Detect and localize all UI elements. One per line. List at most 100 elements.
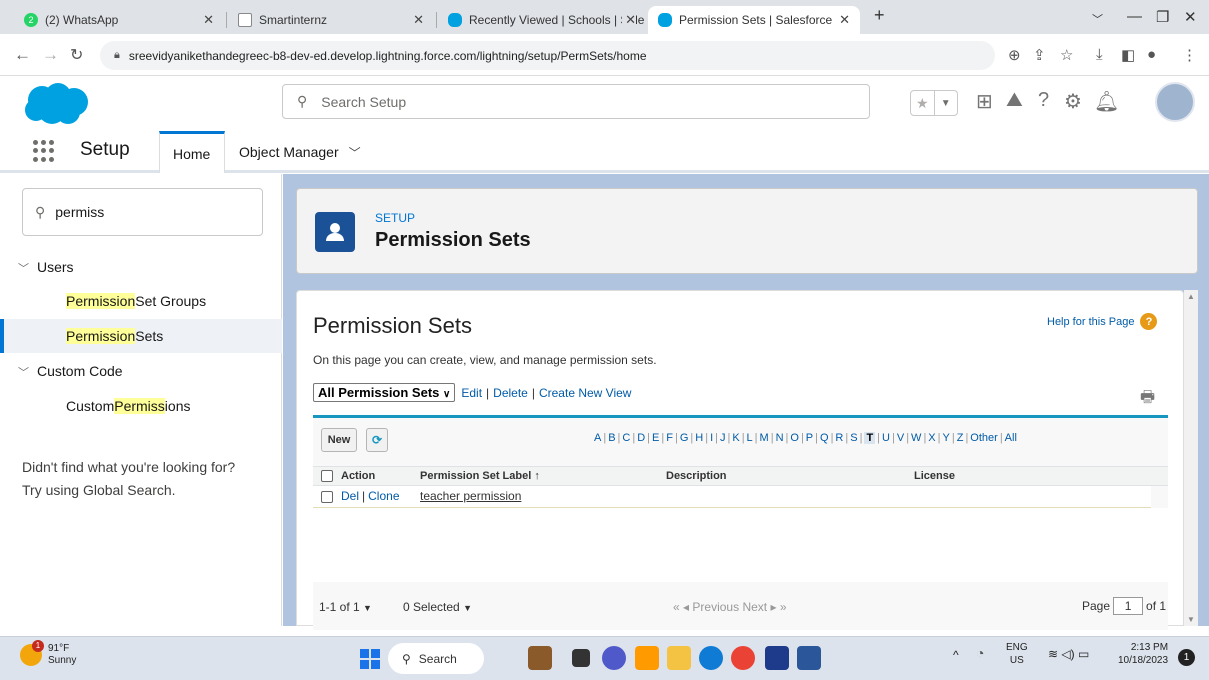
alpha-filter-p[interactable]: P: [806, 432, 813, 444]
help-icon[interactable]: ?: [1038, 89, 1049, 112]
next-link[interactable]: Next: [742, 600, 767, 614]
sidepanel-icon[interactable]: ◧: [1121, 46, 1135, 64]
alpha-filter-all[interactable]: All: [1005, 432, 1017, 444]
clock[interactable]: 2:13 PM 10/18/2023: [1118, 641, 1168, 667]
chevron-down-icon[interactable]: ﹀: [349, 144, 361, 161]
prev-page-icon[interactable]: ◂: [683, 600, 689, 614]
language-indicator[interactable]: ENG US: [1006, 641, 1028, 667]
edit-view-link[interactable]: Edit: [461, 386, 482, 400]
close-icon[interactable]: ✕: [413, 12, 424, 28]
create-new-view-link[interactable]: Create New View: [539, 386, 631, 400]
reload-icon[interactable]: ↻: [70, 45, 83, 65]
delete-view-link[interactable]: Delete: [493, 386, 528, 400]
new-button[interactable]: New: [321, 428, 357, 452]
tree-group-custom-code[interactable]: ﹀ Custom Code: [18, 363, 123, 380]
alpha-filter-r[interactable]: R: [835, 432, 843, 444]
tree-group-users[interactable]: ﹀ Users: [18, 259, 74, 276]
wifi-sound-battery-icon[interactable]: ≋ ◁) ▭: [1048, 648, 1089, 661]
permission-set-link[interactable]: teacher permission: [420, 489, 521, 503]
menu-icon[interactable]: ⋮: [1182, 46, 1197, 64]
download-icon[interactable]: ⤓: [1096, 46, 1103, 63]
page-number-input[interactable]: 1: [1113, 597, 1144, 615]
alpha-filter-other[interactable]: Other: [970, 432, 998, 444]
column-header-label[interactable]: Permission Set Label ↑: [420, 470, 540, 482]
word-icon[interactable]: [797, 646, 821, 670]
alpha-filter-u[interactable]: U: [882, 432, 890, 444]
alpha-filter-h[interactable]: H: [695, 432, 703, 444]
scroll-down-icon[interactable]: ▼: [1184, 615, 1198, 624]
alpha-filter-a[interactable]: A: [594, 432, 601, 444]
task-view-icon[interactable]: [572, 649, 590, 667]
alpha-filter-c[interactable]: C: [622, 432, 630, 444]
chevron-down-icon[interactable]: ▼: [933, 91, 958, 115]
first-page-icon[interactable]: «: [673, 600, 680, 614]
alpha-filter-g[interactable]: G: [680, 432, 689, 444]
star-icon[interactable]: ★: [911, 91, 934, 115]
restore-icon[interactable]: ❐: [1156, 8, 1169, 26]
alpha-filter-y[interactable]: Y: [943, 432, 950, 444]
alpha-filter-l[interactable]: L: [747, 432, 753, 444]
share-icon[interactable]: ⇪: [1033, 46, 1046, 64]
weather-widget[interactable]: 1 91°F Sunny: [20, 640, 76, 667]
alpha-filter-n[interactable]: N: [776, 432, 784, 444]
bookmark-star-icon[interactable]: ☆: [1060, 46, 1073, 64]
previous-link[interactable]: Previous: [692, 600, 739, 614]
alpha-filter-z[interactable]: Z: [957, 432, 964, 444]
alpha-filter-k[interactable]: K: [732, 432, 739, 444]
alpha-filter-q[interactable]: Q: [820, 432, 829, 444]
browser-tab-smartinternz[interactable]: Smartinternz ✕: [228, 6, 434, 34]
start-button[interactable]: [360, 649, 380, 669]
tab-search-chevron-icon[interactable]: ﹀: [1092, 11, 1103, 27]
tab-object-manager[interactable]: Object Manager ﹀: [226, 131, 374, 173]
printer-icon[interactable]: 🖶: [1140, 386, 1155, 413]
alpha-filter-e[interactable]: E: [652, 432, 659, 444]
chevron-down-icon[interactable]: ﹀: [18, 263, 29, 275]
view-select[interactable]: All Permission Sets ∨: [313, 383, 456, 402]
alpha-filter-v[interactable]: V: [897, 432, 904, 444]
tree-item-custom-permissions[interactable]: Custom Permiss ions: [0, 389, 282, 423]
file-explorer-icon[interactable]: [667, 646, 691, 670]
close-icon[interactable]: ✕: [622, 12, 636, 28]
browser-tab-whatsapp[interactable]: 2 (2) WhatsApp ✕: [14, 6, 224, 34]
column-header-action[interactable]: Action: [341, 470, 375, 482]
store-icon[interactable]: [765, 646, 789, 670]
cow-app-icon[interactable]: [528, 646, 552, 670]
clone-link[interactable]: Clone: [368, 489, 399, 503]
close-window-icon[interactable]: ✕: [1184, 8, 1197, 26]
tab-home[interactable]: Home: [159, 131, 225, 173]
forward-icon[interactable]: →: [42, 45, 59, 65]
alpha-filter-o[interactable]: O: [790, 432, 799, 444]
chat-icon[interactable]: [602, 646, 626, 670]
app-launcher-icon[interactable]: [33, 140, 55, 162]
refresh-icon[interactable]: ⟳: [366, 428, 388, 452]
alpha-filter-d[interactable]: D: [637, 432, 645, 444]
column-header-description[interactable]: Description: [666, 470, 727, 482]
alpha-filter-i[interactable]: I: [710, 432, 713, 444]
column-header-license[interactable]: License: [914, 470, 955, 482]
browser-tab-schools[interactable]: Recently Viewed | Schools | Sale ✕: [438, 6, 646, 34]
alpha-filter-b[interactable]: B: [608, 432, 615, 444]
alpha-filter-w[interactable]: W: [911, 432, 921, 444]
address-bar[interactable]: 🔒︎ sreevidyanikethandegreec-b8-dev-ed.de…: [100, 41, 995, 70]
del-link[interactable]: Del: [341, 489, 359, 503]
alpha-filter-t[interactable]: T: [864, 432, 876, 444]
tree-item-permission-set-groups[interactable]: Permission Set Groups: [0, 284, 282, 318]
alpha-filter-f[interactable]: F: [666, 432, 673, 444]
search-setup-input[interactable]: ⚲ Search Setup: [282, 84, 870, 119]
close-icon[interactable]: ✕: [203, 12, 214, 28]
help-for-this-page-link[interactable]: Help for this Page ?: [1047, 313, 1158, 330]
alpha-filter-j[interactable]: J: [720, 432, 726, 444]
notification-badge[interactable]: 1: [1178, 649, 1195, 666]
select-all-checkbox[interactable]: [321, 470, 333, 482]
bell-icon[interactable]: 🔔︎: [1094, 89, 1119, 114]
tree-item-permission-sets[interactable]: Permission Sets: [0, 319, 282, 353]
help-icon[interactable]: ?: [1140, 313, 1158, 330]
favorites-button[interactable]: ★ ▼: [910, 90, 958, 116]
quick-find-input[interactable]: ⚲ permiss: [22, 188, 263, 236]
close-icon[interactable]: ✕: [839, 12, 850, 28]
browser-tab-permission-sets[interactable]: Permission Sets | Salesforce ✕: [648, 6, 860, 34]
range-selector[interactable]: 1-1 of 1 ▼: [319, 600, 372, 614]
minimize-icon[interactable]: —: [1127, 8, 1142, 25]
alpha-filter-x[interactable]: X: [928, 432, 935, 444]
trailhead-icon[interactable]: ⛰: [1006, 89, 1023, 112]
